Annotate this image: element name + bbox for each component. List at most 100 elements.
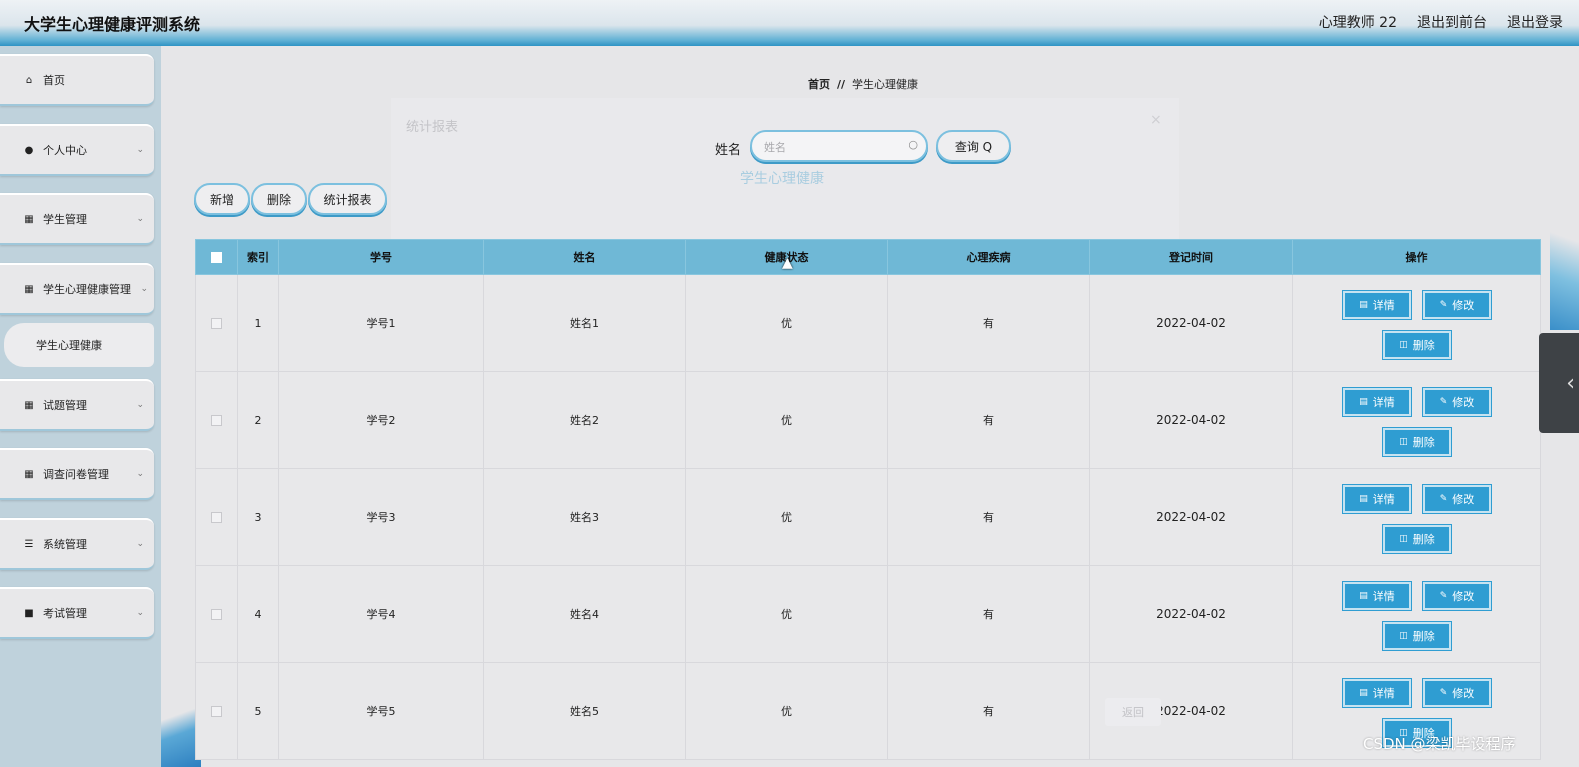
row-select-cell[interactable] <box>195 565 238 663</box>
cell-student-no: 学号4 <box>278 565 484 663</box>
cell-actions: ▤ 详情 ✎ 修改 ◫ 删除 <box>1292 371 1541 469</box>
grid-icon: ▦ <box>24 213 34 225</box>
chevron-down-icon: ⌄ <box>136 400 144 410</box>
sidebar-item-label: 学生心理健康管理 <box>43 283 131 296</box>
header-index: 索引 <box>237 239 279 275</box>
logout-link[interactable]: 退出登录 <box>1507 12 1563 32</box>
book-icon: ■ <box>24 607 34 619</box>
chevron-down-icon: ⌄ <box>136 539 144 549</box>
breadcrumb-current: 学生心理健康 <box>852 78 919 91</box>
sidebar-item-survey-management[interactable]: ▦ 调查问卷管理 ⌄ <box>0 448 154 500</box>
table-header-row: 索引 学号 姓名 健康状态 心理疾病 登记时间 操作 <box>195 239 1541 275</box>
chevron-down-icon: ⌄ <box>136 145 144 155</box>
sidebar: ⌂ 首页 ● 个人中心 ⌄ ▦ 学生管理 ⌄ ▦ 学生心理健康管理 ⌄ 学生心理… <box>0 46 161 767</box>
header-student-no: 学号 <box>278 239 484 275</box>
row-select-cell[interactable] <box>195 371 238 469</box>
detail-button[interactable]: ▤ 详情 <box>1343 290 1411 319</box>
delete-button-label: 删除 <box>1412 532 1435 546</box>
detail-button[interactable]: ▤ 详情 <box>1343 678 1411 707</box>
cell-health: 优 <box>685 371 888 469</box>
cell-disease: 有 <box>887 371 1090 469</box>
edit-button[interactable]: ✎ 修改 <box>1423 581 1491 610</box>
edit-button[interactable]: ✎ 修改 <box>1423 484 1491 513</box>
collapse-panel-tab[interactable]: ‹ <box>1539 333 1579 433</box>
add-button[interactable]: 新增 <box>194 183 250 215</box>
trash-icon: ◫ <box>1399 339 1408 350</box>
header-actions: 操作 <box>1292 239 1541 275</box>
app-title: 大学生心理健康评测系统 <box>24 15 201 34</box>
current-user: 心理教师 22 <box>1318 15 1397 31</box>
delete-button[interactable]: ◫ 删除 <box>1383 427 1451 456</box>
search-input[interactable] <box>764 138 904 156</box>
sidebar-item-label: 考试管理 <box>43 607 87 620</box>
detail-button[interactable]: ▤ 详情 <box>1343 484 1411 513</box>
detail-button[interactable]: ▤ 详情 <box>1343 581 1411 610</box>
edit-button[interactable]: ✎ 修改 <box>1423 387 1491 416</box>
edit-button-label: 修改 <box>1452 492 1475 506</box>
statistics-report-button[interactable]: 统计报表 <box>308 183 387 215</box>
grid-icon: ▦ <box>24 399 34 411</box>
sidebar-item-mental-health-management[interactable]: ▦ 学生心理健康管理 ⌄ <box>0 263 154 315</box>
query-button[interactable]: 查询 Q <box>936 130 1011 162</box>
delete-button[interactable]: ◫ 删除 <box>1383 330 1451 359</box>
cell-date: 2022-04-02 <box>1089 371 1293 469</box>
edit-button[interactable]: ✎ 修改 <box>1423 678 1491 707</box>
delete-button[interactable]: ◫ 删除 <box>1383 621 1451 650</box>
sidebar-subitem-mental-health[interactable]: 学生心理健康 <box>4 323 154 367</box>
batch-delete-button[interactable]: 删除 <box>251 183 307 215</box>
sidebar-item-personal-center[interactable]: ● 个人中心 ⌄ <box>0 124 154 176</box>
cell-index: 3 <box>237 468 279 566</box>
sidebar-item-system-management[interactable]: ☰ 系统管理 ⌄ <box>0 518 154 570</box>
trash-icon: ◫ <box>1399 436 1408 447</box>
edit-button-label: 修改 <box>1452 298 1475 312</box>
delete-button-label: 删除 <box>1412 629 1435 643</box>
sidebar-item-student-management[interactable]: ▦ 学生管理 ⌄ <box>0 193 154 245</box>
delete-button-label: 删除 <box>1412 435 1435 449</box>
document-icon: ▤ <box>1359 687 1368 698</box>
close-icon[interactable]: × <box>1150 112 1162 128</box>
trash-icon: ◫ <box>1399 630 1408 641</box>
table-row: 2 学号2 姓名2 优有 2022-04-02 ▤ 详情 ✎ 修改 ◫ 删除 <box>195 371 1541 469</box>
pencil-icon: ✎ <box>1439 493 1448 504</box>
cell-date: 2022-04-02 <box>1089 274 1293 372</box>
breadcrumb-home[interactable]: 首页 <box>808 78 830 91</box>
cell-date: 2022-04-02 <box>1089 468 1293 566</box>
chevron-left-icon: ‹ <box>1566 370 1575 396</box>
cell-name: 姓名3 <box>483 468 686 566</box>
row-checkbox[interactable] <box>211 706 222 717</box>
select-all-checkbox[interactable] <box>211 252 222 263</box>
select-all-cell[interactable] <box>195 239 238 275</box>
row-checkbox[interactable] <box>211 609 222 620</box>
row-select-cell[interactable] <box>195 468 238 566</box>
row-checkbox[interactable] <box>211 415 222 426</box>
row-checkbox[interactable] <box>211 318 222 329</box>
row-checkbox[interactable] <box>211 512 222 523</box>
detail-button-label: 详情 <box>1372 492 1395 506</box>
cell-date: 2022-04-02 <box>1089 565 1293 663</box>
home-icon: ⌂ <box>25 74 33 86</box>
detail-button[interactable]: ▤ 详情 <box>1343 387 1411 416</box>
cell-student-no: 学号5 <box>278 662 484 760</box>
detail-button-label: 详情 <box>1372 395 1395 409</box>
sidebar-item-home[interactable]: ⌂ 首页 <box>0 54 154 106</box>
search-input-wrapper: ○ <box>750 130 928 162</box>
exit-to-front-link[interactable]: 退出到前台 <box>1417 12 1487 32</box>
delete-button[interactable]: ◫ 删除 <box>1383 524 1451 553</box>
back-button[interactable]: 返回 <box>1105 698 1161 726</box>
top-header: 大学生心理健康评测系统 心理教师 22 退出到前台 退出登录 <box>0 0 1579 46</box>
sidebar-item-question-management[interactable]: ▦ 试题管理 ⌄ <box>0 379 154 431</box>
row-select-cell[interactable] <box>195 274 238 372</box>
row-select-cell[interactable] <box>195 662 238 760</box>
sidebar-item-exam-management[interactable]: ■ 考试管理 ⌄ <box>0 587 154 639</box>
cell-index: 5 <box>237 662 279 760</box>
table-row: 1 学号1 姓名1 优有 2022-04-02 ▤ 详情 ✎ 修改 ◫ 删除 <box>195 274 1541 372</box>
edit-button[interactable]: ✎ 修改 <box>1423 290 1491 319</box>
header-actions: 心理教师 22 退出到前台 退出登录 <box>1319 12 1563 32</box>
detail-button-label: 详情 <box>1372 686 1395 700</box>
chevron-down-icon: ⌄ <box>136 608 144 618</box>
cell-health: 优 <box>685 565 888 663</box>
trash-icon: ◫ <box>1399 533 1408 544</box>
cell-student-no: 学号3 <box>278 468 484 566</box>
sidebar-item-label: 首页 <box>43 74 65 87</box>
table-row: 4 学号4 姓名4 优有 2022-04-02 ▤ 详情 ✎ 修改 ◫ 删除 <box>195 565 1541 663</box>
